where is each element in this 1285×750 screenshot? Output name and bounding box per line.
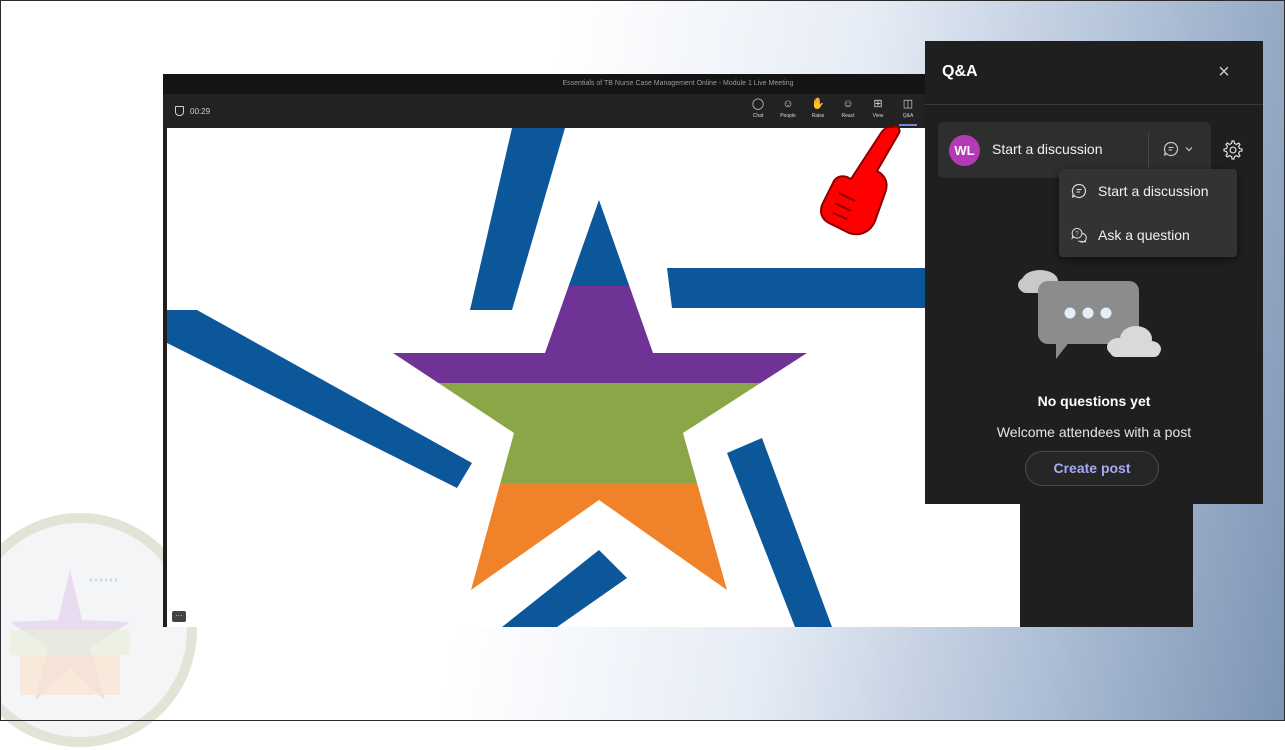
toolbar-raise-button[interactable]: ✋ Raise: [806, 98, 830, 124]
menu-item-ask-question[interactable]: ? Ask a question: [1059, 213, 1237, 257]
qa-header-divider: [925, 104, 1263, 105]
create-post-button[interactable]: Create post: [1025, 451, 1159, 486]
timer-text: 00:29: [190, 106, 211, 116]
qa-panel: Q&A × WL Start a discussion Start a disc…: [925, 41, 1263, 504]
shield-icon: [175, 106, 184, 116]
pointing-hand-icon: [820, 125, 901, 236]
logo-swoosh-left: [167, 310, 472, 488]
svg-text:?: ?: [1075, 232, 1079, 238]
presentation-slide: Essentials of TB Nurse Case Management O…: [0, 0, 1285, 747]
people-icon: ☺: [782, 98, 794, 110]
toolbar-qa-button[interactable]: ◫ Q&A: [896, 98, 920, 126]
close-icon[interactable]: ×: [1215, 62, 1233, 82]
chevron-down-icon: [1185, 147, 1193, 152]
view-grid-icon: ⊞: [873, 98, 883, 110]
gear-icon[interactable]: [1222, 139, 1244, 161]
post-type-selector[interactable]: [1163, 141, 1194, 157]
more-options-button[interactable]: ···: [172, 611, 186, 622]
toolbar-people-button[interactable]: ☺ People: [776, 98, 800, 124]
composer-placeholder[interactable]: Start a discussion: [992, 141, 1103, 157]
raise-hand-icon: ✋: [811, 98, 825, 110]
qa-panel-title: Q&A: [942, 63, 978, 80]
discussion-icon: [1163, 141, 1179, 157]
toolbar-react-button[interactable]: ☺ React: [836, 98, 860, 124]
post-type-dropdown-menu: Start a discussion ? Ask a question: [1059, 169, 1237, 257]
toolbar-chat-button[interactable]: ◯ Chat: [746, 98, 770, 124]
menu-item-start-discussion[interactable]: Start a discussion: [1059, 169, 1237, 213]
empty-state-subtitle: Welcome attendees with a post: [996, 424, 1192, 440]
menu-item-label: Ask a question: [1098, 227, 1190, 243]
react-smiley-icon: ☺: [842, 98, 854, 110]
menu-item-label: Start a discussion: [1098, 183, 1209, 199]
logo-swoosh-top: [470, 128, 565, 310]
logo-swoosh-bottom: [502, 550, 627, 627]
discussion-icon: [1071, 183, 1087, 199]
logo-swoosh-bottom-right: [727, 438, 832, 627]
empty-state-title: No questions yet: [1037, 393, 1151, 409]
qa-icon: ◫: [902, 98, 914, 110]
meeting-timer: 00:29: [175, 106, 210, 116]
question-icon: ?: [1071, 227, 1087, 243]
toolbar-view-button[interactable]: ⊞ View: [866, 98, 890, 124]
chat-icon: ◯: [751, 98, 765, 110]
composer-divider: [1148, 132, 1149, 168]
empty-state-chat-illustration: [1018, 270, 1161, 359]
avatar: WL: [949, 135, 980, 166]
